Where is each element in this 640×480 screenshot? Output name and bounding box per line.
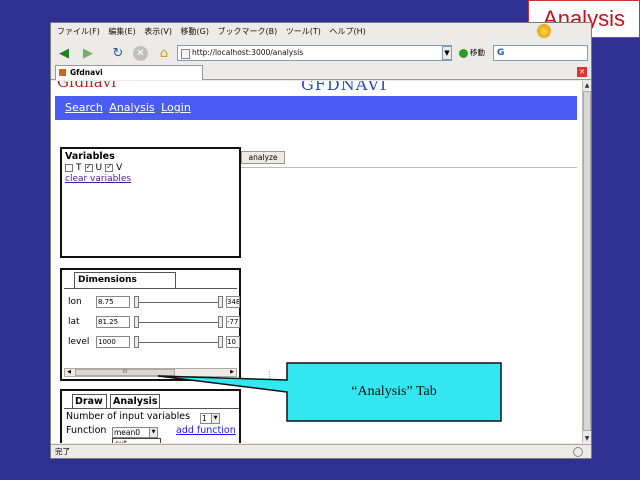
google-logo-icon: G <box>497 48 505 58</box>
slider-min-handle[interactable] <box>134 316 139 328</box>
go-icon <box>459 48 468 58</box>
navigation-toolbar: ◀ ▶ ↻ ✕ ⌂ http://localhost:3000/analysis… <box>51 42 591 64</box>
num-vars-select[interactable]: 1 ▼ <box>200 413 220 424</box>
callout-label: “Analysis” Tab <box>351 384 437 399</box>
chevron-down-icon: ▼ <box>211 414 219 423</box>
scroll-left-icon[interactable]: ◀ <box>65 369 73 376</box>
dimension-label: level <box>68 337 90 347</box>
tab-bar: Gfdnavi ✕ <box>51 65 591 80</box>
checkbox-u[interactable] <box>84 162 93 172</box>
nav-login-link[interactable]: Login <box>161 101 191 114</box>
search-input[interactable]: G <box>493 45 588 61</box>
slider-max-handle[interactable] <box>218 296 223 308</box>
dimension-slider[interactable] <box>134 342 222 343</box>
dimension-max-input[interactable]: 10 <box>226 336 240 348</box>
scroll-up-icon[interactable]: ▲ <box>583 81 591 90</box>
tab-draw[interactable]: Draw <box>72 394 107 408</box>
option-cut[interactable]: cut <box>113 439 160 443</box>
checkbox-v[interactable] <box>105 162 114 172</box>
dimensions-divider <box>64 288 237 289</box>
menu-tools[interactable]: ツール(T) <box>286 27 321 36</box>
menu-bookmarks[interactable]: ブックマーク(B) <box>218 27 278 36</box>
back-arrow-icon[interactable]: ◀ <box>55 44 73 62</box>
home-icon[interactable]: ⌂ <box>155 44 173 62</box>
slider-max-handle[interactable] <box>218 336 223 348</box>
close-tab-icon[interactable]: ✕ <box>577 67 587 77</box>
dimension-max-input[interactable]: 348 <box>226 296 240 308</box>
num-vars-row: Number of input variables <box>66 411 190 422</box>
checkbox-v-label: V <box>116 163 123 173</box>
chevron-down-icon: ▼ <box>149 428 157 437</box>
gfdnavi-logo: Gfdnavi <box>57 81 117 91</box>
nav-analysis-link[interactable]: Analysis <box>109 101 154 114</box>
scroll-thumb[interactable] <box>583 91 591 431</box>
scroll-right-icon[interactable]: ▶ <box>228 369 236 376</box>
reload-icon[interactable]: ↻ <box>109 44 127 62</box>
function-label: Function <box>66 425 107 436</box>
menu-edit[interactable]: 編集(E) <box>108 27 135 36</box>
menu-help[interactable]: ヘルプ(H) <box>329 27 365 36</box>
forward-arrow-icon[interactable]: ▶ <box>79 44 97 62</box>
url-input[interactable]: http://localhost:3000/analysis <box>177 45 452 61</box>
dimension-row-lon: lon 8.75 348 <box>68 295 240 311</box>
nav-search-link[interactable]: Search <box>65 101 103 114</box>
dimensions-panel: Dimensions lon 8.75 348 lat 81.25 -77 le… <box>60 268 241 381</box>
tab-gfdnavi[interactable]: Gfdnavi <box>55 65 203 80</box>
menu-view[interactable]: 表示(V) <box>144 27 172 36</box>
go-button[interactable]: 移動 <box>459 45 493 61</box>
dimension-min-input[interactable]: 1000 <box>96 336 130 348</box>
function-row: Function <box>66 425 106 436</box>
variables-panel: Variables T U V clear variables <box>60 147 241 258</box>
dimension-row-lat: lat 81.25 -77 <box>68 315 240 331</box>
function-value: mean0 <box>114 428 141 437</box>
slider-min-handle[interactable] <box>134 296 139 308</box>
dimension-max-input[interactable]: -77 <box>226 316 240 328</box>
status-text: 完了 <box>55 447 70 456</box>
variables-checkboxes: T U V <box>65 162 236 173</box>
dimension-min-input[interactable]: 8.75 <box>96 296 130 308</box>
function-dropdown-list: cut mean0 stddev0 <box>112 438 161 443</box>
go-label: 移動 <box>470 48 485 57</box>
dimension-row-level: level 1000 10 <box>68 335 240 351</box>
divider <box>241 167 577 168</box>
function-select[interactable]: mean0 ▼ <box>112 427 158 438</box>
checkbox-u-label: U <box>95 163 103 173</box>
slider-max-handle[interactable] <box>218 316 223 328</box>
num-vars-value: 1 <box>202 414 207 423</box>
security-icon <box>573 447 583 457</box>
checkbox-t-label: T <box>76 163 82 173</box>
num-vars-label: Number of input variables <box>66 411 191 422</box>
dimension-label: lat <box>68 317 80 327</box>
analysis-divider <box>64 408 239 409</box>
dimension-slider[interactable] <box>134 302 222 303</box>
scroll-thumb[interactable]: III <box>75 369 175 376</box>
dimension-slider[interactable] <box>134 322 222 323</box>
status-bar: 完了 <box>51 444 591 459</box>
add-function-link[interactable]: add function <box>176 425 236 436</box>
scroll-down-icon[interactable]: ▼ <box>583 434 591 443</box>
stop-icon[interactable]: ✕ <box>133 46 148 61</box>
menu-bar: ファイル(F) 編集(E) 表示(V) 移動(G) ブックマーク(B) ツール(… <box>51 23 591 41</box>
url-dropdown-icon[interactable]: ▼ <box>442 46 452 60</box>
dimensions-scrollbar[interactable]: ◀ III ▶ <box>64 368 237 377</box>
gfdnavi-title: GFDNAVI <box>301 81 388 94</box>
menu-file[interactable]: ファイル(F) <box>57 27 100 36</box>
analyze-button[interactable]: analyze <box>241 151 285 164</box>
analysis-panel: Draw Analysis Number of input variables … <box>60 389 241 443</box>
menu-go[interactable]: 移動(G) <box>181 27 209 36</box>
tab-analysis[interactable]: Analysis <box>110 394 160 408</box>
dimensions-title: Dimensions <box>74 272 176 288</box>
site-nav: Search Analysis Login <box>55 96 577 120</box>
dotted-guide <box>269 371 270 379</box>
dimension-label: lon <box>68 297 82 307</box>
clear-variables-link[interactable]: clear variables <box>65 174 236 184</box>
page-scrollbar[interactable]: ▲ ▼ <box>582 81 591 443</box>
checkbox-t[interactable] <box>65 164 73 172</box>
throbber-icon <box>537 24 551 38</box>
slider-min-handle[interactable] <box>134 336 139 348</box>
variables-title: Variables <box>65 151 115 162</box>
dimension-min-input[interactable]: 81.25 <box>96 316 130 328</box>
